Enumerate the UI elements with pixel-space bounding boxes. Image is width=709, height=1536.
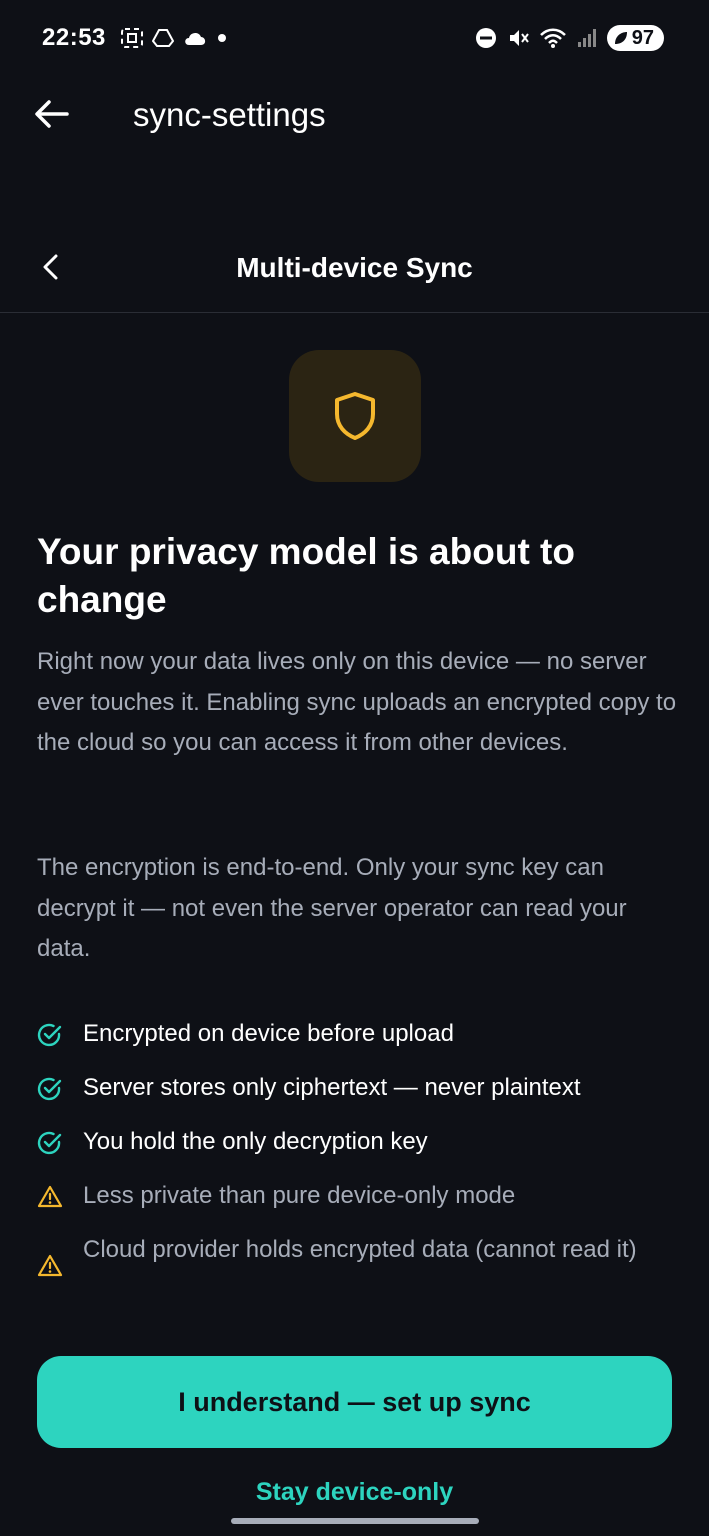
status-bar: 22:53 97 (0, 0, 709, 80)
app-bar: sync-settings (0, 80, 709, 150)
feature-text: Cloud provider holds encrypted data (can… (83, 1236, 637, 1263)
wifi-icon (539, 28, 566, 48)
list-item: Server stores only ciphertext — never pl… (37, 1073, 581, 1103)
sub-header: Multi-device Sync (0, 232, 709, 313)
back-arrow-icon[interactable] (34, 96, 70, 132)
feature-text: Encrypted on device before upload (83, 1020, 454, 1047)
cloud-icon (185, 32, 206, 45)
home-indicator[interactable] (231, 1518, 479, 1524)
warning-icon (37, 1185, 63, 1208)
heading: Your privacy model is about to change (37, 531, 575, 620)
check-circle-icon (37, 1077, 62, 1101)
feature-text: You hold the only decryption key (83, 1128, 428, 1155)
dnd-icon (475, 28, 496, 48)
drive-icon (152, 29, 174, 47)
feature-text: Server stores only ciphertext — never pl… (83, 1074, 581, 1101)
battery-icon: 97 (606, 25, 664, 51)
signal-icon (577, 29, 596, 47)
dot-icon (218, 34, 226, 42)
page-title: Multi-device Sync (236, 252, 473, 283)
leaf-icon (614, 32, 627, 44)
list-item: Encrypted on device before upload (37, 1019, 454, 1049)
check-circle-icon (37, 1023, 62, 1047)
warning-icon (37, 1254, 63, 1277)
list-item: Less private than pure device-only mode (37, 1181, 515, 1211)
list-item: You hold the only decryption key (37, 1127, 428, 1157)
mute-icon (509, 30, 529, 46)
intro-paragraph: Right now your data lives only on this d… (37, 648, 677, 756)
feature-text: Less private than pure device-only mode (83, 1182, 516, 1209)
setup-sync-button[interactable]: I understand — set up sync (37, 1356, 672, 1448)
app-title: sync-settings (133, 96, 326, 133)
encryption-paragraph: The encryption is end-to-end. Only your … (37, 854, 627, 962)
shield-icon (335, 392, 375, 440)
list-item: Cloud provider holds encrypted data (can… (37, 1235, 637, 1277)
status-time: 22:53 (42, 24, 106, 51)
stay-device-only-link[interactable]: Stay device-only (0, 1478, 709, 1507)
screenshot-icon (121, 28, 143, 48)
battery-level: 97 (631, 26, 654, 49)
shield-badge (289, 350, 421, 482)
check-circle-icon (37, 1131, 62, 1155)
